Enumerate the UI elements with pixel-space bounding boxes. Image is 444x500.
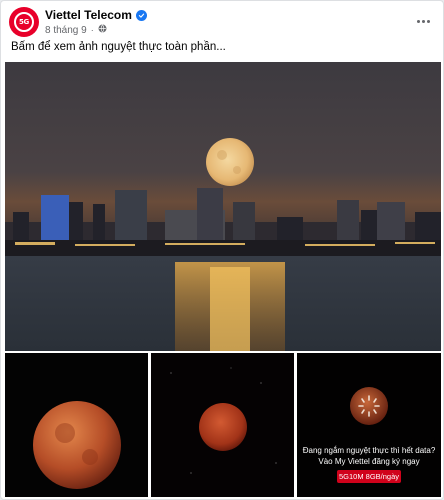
avatar-label: 5G [18, 18, 30, 26]
page-name[interactable]: Viettel Telecom [45, 8, 132, 22]
page-avatar[interactable]: 5G [9, 7, 39, 37]
photo-tile-red-moon-2[interactable] [151, 353, 294, 497]
post-caption[interactable]: Bấm để xem ảnh nguyệt thực toàn phần... [11, 41, 226, 53]
avatar-logo: 5G [14, 12, 34, 32]
page-name-row: Viettel Telecom [45, 8, 147, 22]
ad-line-2: Vào My Viettel đăng ký ngay [318, 457, 420, 466]
post-meta: 8 tháng 9 · [45, 24, 107, 36]
ad-line-1: Đang ngắm nguyệt thực thì hết data? [302, 446, 436, 455]
post-header: 5G Viettel Telecom 8 tháng 9 · [9, 7, 437, 39]
post-date[interactable]: 8 tháng 9 [45, 25, 87, 36]
more-options-icon[interactable] [411, 11, 435, 31]
globe-icon [98, 24, 107, 36]
verified-icon [135, 9, 147, 21]
ad-package-badge: 5G10M 8GB/ngày [337, 470, 401, 483]
photo-tile-red-moon-1[interactable] [5, 353, 148, 497]
facebook-post: 5G Viettel Telecom 8 tháng 9 · Bấm để xe… [0, 0, 444, 500]
photo-tile-viettel-ad[interactable]: Đang ngắm nguyệt thực thì hết data? Vào … [297, 353, 441, 497]
meta-separator: · [90, 25, 94, 35]
main-photo-moon-over-city[interactable] [5, 62, 441, 351]
